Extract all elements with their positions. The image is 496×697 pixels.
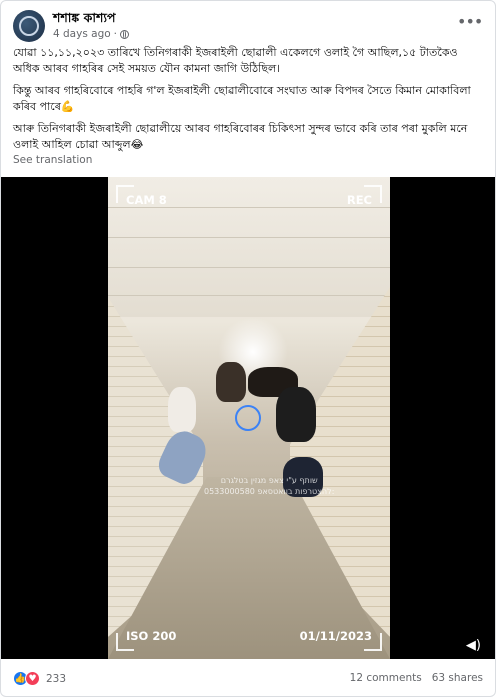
cam-label: CAM 8 (126, 193, 167, 207)
iso-label: ISO 200 (126, 629, 177, 643)
rec-label: REC (346, 193, 372, 207)
video-watermark: שותף ע"י צאפ מגזין בטלגרם 0533000580 להצ… (204, 476, 335, 496)
post-paragraph: যোৱা ১১,১১,২০২৩ তাৰিখে তিনিগৰাকী ইজৰাইলী… (13, 46, 458, 75)
comments-count[interactable]: 12 comments (350, 672, 422, 684)
figure (168, 387, 196, 432)
post-paragraph: আৰু তিনিগৰাকী ইজৰাইলী ছোৱালীয়ে আৰব গাহৰ… (13, 122, 468, 151)
reaction-count[interactable]: 233 (46, 673, 66, 685)
post-stats: 12 comments 63 shares (350, 672, 483, 684)
volume-icon[interactable]: ◀︎) (466, 638, 481, 653)
see-translation-link[interactable]: See translation (13, 154, 92, 166)
love-icon: ♥ (25, 671, 40, 686)
more-options-icon[interactable]: ••• (457, 14, 483, 33)
post-footer: 👍 ♥ 233 12 comments 63 shares (13, 669, 483, 689)
post-time[interactable]: 4 days ago (53, 28, 111, 40)
author-name[interactable]: শশাঙ্ক কাশ্যপ (53, 10, 115, 30)
globe-icon (120, 29, 130, 39)
highlight-circle (235, 405, 261, 431)
reactions[interactable]: 👍 ♥ 233 (13, 671, 66, 686)
figure (276, 387, 316, 442)
post-header: শশাঙ্ক কাশ্যপ 4 days ago · ••• (13, 9, 483, 43)
figure (216, 362, 246, 402)
shares-count[interactable]: 63 shares (432, 672, 483, 684)
post-paragraph: কিন্তু আৰব গাহৰিবোৰে পাহৰি গ'ল ইজৰাইলী ছ… (13, 84, 471, 113)
date-label: 01/11/2023 (299, 629, 372, 643)
video-player[interactable]: שותף ע"י צאפ מגזין בטלגרם 0533000580 להצ… (1, 177, 495, 659)
avatar[interactable] (13, 10, 45, 42)
post-text: যোৱা ১১,১১,২০২৩ তাৰিখে তিনিগৰাকী ইজৰাইলী… (13, 45, 483, 159)
video-frame[interactable]: שותף ע"י צאפ מגזין בטלגרם 0533000580 להצ… (108, 177, 390, 659)
post-meta: 4 days ago · (53, 28, 130, 40)
post-card: শশাঙ্ক কাশ্যপ 4 days ago · ••• যোৱা ১১,১… (0, 0, 496, 697)
